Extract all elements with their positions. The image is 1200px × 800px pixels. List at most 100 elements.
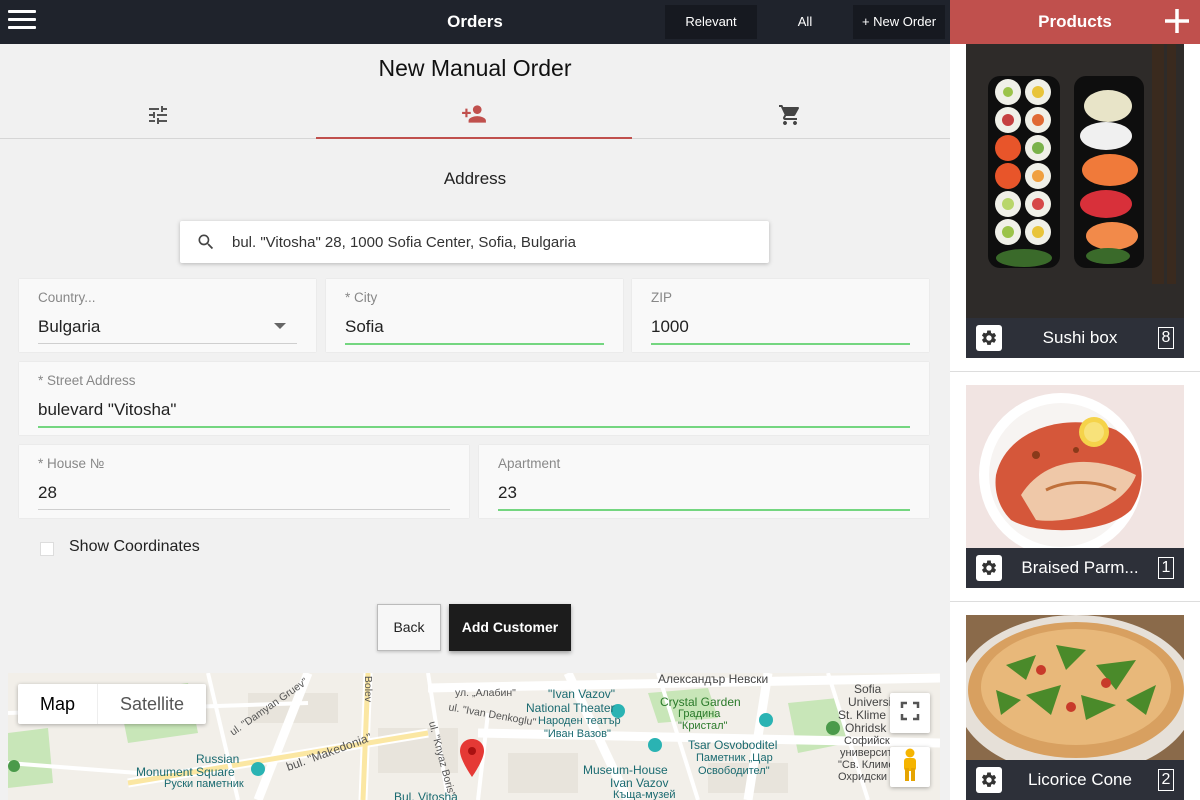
zip-underline: [651, 343, 910, 345]
city-value: Sofia: [345, 317, 384, 336]
address-search-input[interactable]: [232, 233, 752, 251]
product-bar-sushi: Sushi box 8: [966, 318, 1184, 358]
zip-value: 1000: [651, 317, 689, 336]
plus-icon: [1162, 9, 1192, 40]
map-label-crystal-bg1: Градина: [678, 708, 721, 720]
map-label-russian-1: Russian: [196, 752, 240, 766]
tab-cart[interactable]: [632, 95, 948, 139]
product-card-licorice[interactable]: Licorice Cone 2: [966, 615, 1184, 800]
map-label-univ-1: Sofia: [854, 682, 882, 696]
street-underline: [38, 426, 910, 428]
map-label-univ-4: Ohridsk: [845, 721, 887, 735]
house-underline: [38, 509, 450, 510]
product-divider: [950, 371, 1200, 372]
apartment-label: Apartment: [498, 456, 561, 471]
map-label-museum-1: Museum-House: [583, 763, 668, 777]
product-name-braised: Braised Parm...: [1021, 558, 1139, 577]
page-title: New Manual Order: [378, 55, 572, 81]
fullscreen-icon: [900, 701, 920, 726]
back-button[interactable]: Back: [377, 604, 441, 651]
top-bar: Orders Relevant All + New Order: [0, 0, 950, 44]
products-header: Products: [950, 0, 1200, 44]
fullscreen-button[interactable]: [890, 693, 930, 733]
add-product-button[interactable]: [1162, 6, 1192, 36]
cart-icon: [778, 103, 802, 132]
product-qty-braised: 1: [1158, 557, 1174, 579]
product-image-sushi: [966, 44, 1184, 358]
house-number-field[interactable]: * House № 28: [19, 445, 469, 518]
product-divider: [950, 601, 1200, 602]
step-tabs: [0, 95, 950, 139]
new-order-button[interactable]: + New Order: [853, 5, 945, 39]
add-customer-button[interactable]: Add Customer: [449, 604, 571, 651]
house-label: * House №: [38, 456, 105, 471]
map-label-univ-3: St. Klime: [838, 708, 887, 722]
dropdown-arrow-icon: [274, 323, 286, 329]
map-label-bolev: Bolev: [362, 675, 375, 703]
filter-relevant-button[interactable]: Relevant: [665, 5, 757, 39]
pegman-icon: [901, 748, 919, 787]
zip-field[interactable]: ZIP 1000: [632, 279, 929, 352]
product-card-sushi[interactable]: Sushi box 8: [966, 44, 1184, 358]
city-underline: [345, 343, 604, 345]
product-qty-licorice: 2: [1158, 769, 1174, 791]
map-label-univ-6: университ: [840, 747, 893, 759]
gear-icon[interactable]: [976, 555, 1002, 581]
show-coordinates-label: Show Coordinates: [69, 538, 200, 555]
street-value: bulevard "Vitosha": [38, 400, 177, 419]
product-name-licorice: Licorice Cone: [1028, 770, 1132, 789]
section-title: Address: [443, 169, 507, 188]
apartment-value: 23: [498, 483, 517, 502]
map-label-tsar: Tsar Osvoboditel: [688, 738, 778, 752]
tab-customer[interactable]: [316, 95, 632, 139]
map-label-alabin: ул. „Алабин": [455, 687, 516, 699]
street-label: * Street Address: [38, 373, 136, 388]
products-panel: Products Sushi box 8 Braised Parm... 1 L…: [950, 0, 1200, 800]
city-field[interactable]: * City Sofia: [326, 279, 623, 352]
product-card-braised[interactable]: Braised Parm... 1: [966, 385, 1184, 588]
filter-all-button[interactable]: All: [759, 5, 851, 39]
product-name-sushi: Sushi box: [1042, 328, 1118, 347]
city-label: * City: [345, 290, 378, 305]
apartment-field[interactable]: Apartment 23: [479, 445, 929, 518]
menu-icon[interactable]: [8, 10, 36, 32]
map-label-univ-5: Софийск: [844, 735, 890, 747]
map-label-vazov-3: Народен театър: [538, 715, 621, 727]
map-label-univ-7: "Св. Климе: [838, 759, 895, 771]
street-address-field[interactable]: * Street Address bulevard "Vitosha": [19, 362, 929, 435]
tab-options[interactable]: [0, 95, 316, 139]
map-label-vazov-4: "Иван Вазов": [544, 728, 611, 740]
country-select[interactable]: Country... Bulgaria: [19, 279, 316, 352]
map-label-univ-8: Охридски: [838, 771, 888, 783]
sliders-icon: [146, 103, 170, 132]
map-label-crystal: Crystal Garden: [660, 695, 741, 709]
map-label-univ-2: Universit: [848, 695, 895, 709]
gear-icon[interactable]: [976, 325, 1002, 351]
map-label-museum-2: Ivan Vazov: [610, 776, 669, 790]
street-view-pegman[interactable]: [890, 747, 930, 787]
map-type-control: Map Satellite: [18, 684, 207, 724]
country-value: Bulgaria: [38, 317, 101, 336]
map-type-map-button[interactable]: Map: [18, 684, 97, 724]
gear-icon[interactable]: [976, 767, 1002, 793]
product-bar-licorice: Licorice Cone 2: [966, 760, 1184, 800]
map-label-tsar-bg1: Паметник „Цар: [696, 752, 773, 764]
map-label-russian-3: Руски паметник: [164, 778, 244, 790]
show-coordinates-checkbox[interactable]: [40, 542, 54, 556]
orders-app: Orders Relevant All + New Order New Manu…: [0, 0, 950, 800]
page-header-title: Orders: [447, 12, 503, 31]
country-underline: [38, 343, 297, 344]
product-qty-sushi: 8: [1158, 327, 1174, 349]
apartment-underline: [498, 509, 910, 511]
address-search[interactable]: [180, 221, 769, 263]
map-type-satellite-button[interactable]: Satellite: [97, 684, 206, 724]
map-view[interactable]: Александър Невски Crystal Garden Градина…: [8, 673, 940, 800]
house-value: 28: [38, 483, 57, 502]
map-label-crystal-bg2: "Кристал": [678, 720, 728, 732]
map-label-vazov-1: "Ivan Vazov": [548, 687, 615, 701]
map-label-vazov-2: National Theater: [526, 701, 615, 715]
country-label: Country...: [38, 290, 96, 305]
map-label-russian-2: Monument Square: [136, 765, 235, 779]
zip-label: ZIP: [651, 290, 673, 305]
map-label-museum-3: Къща-музей: [613, 789, 676, 800]
